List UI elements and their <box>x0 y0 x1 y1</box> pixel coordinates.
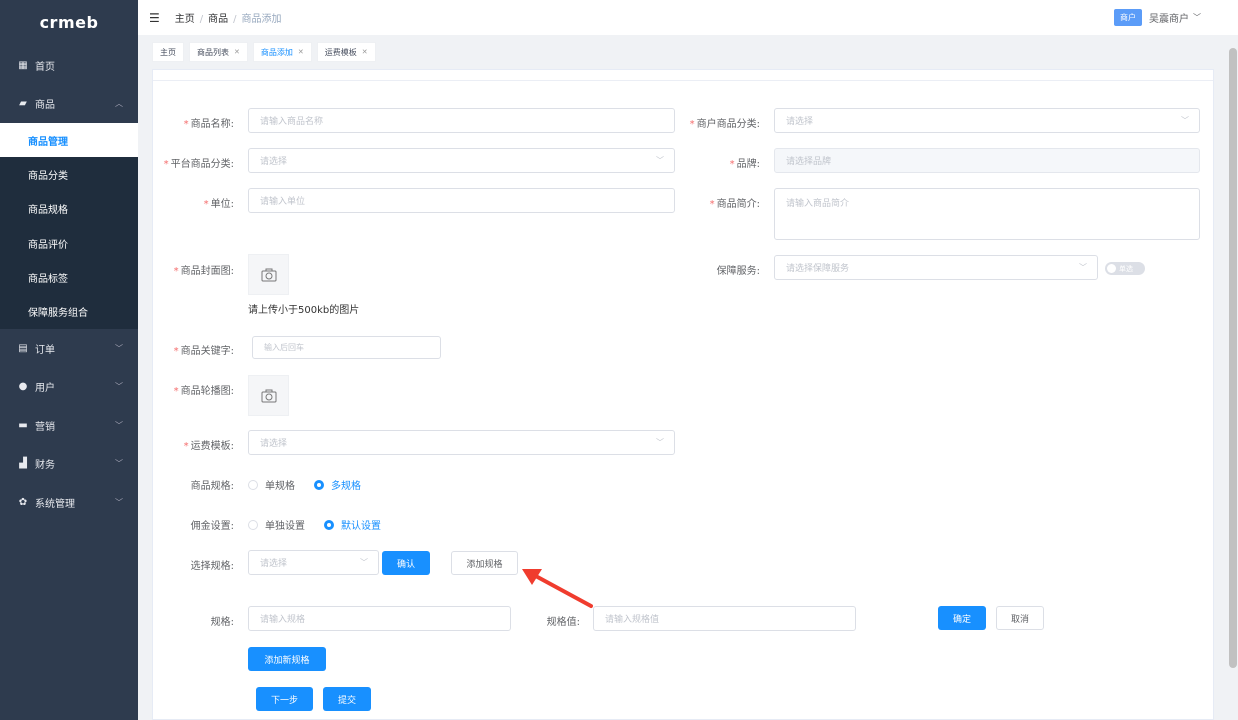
intro-textarea[interactable]: 请输入商品简介 <box>774 188 1200 240</box>
breadcrumb: 主页 / 商品 / 商品添加 <box>174 14 282 25</box>
close-icon[interactable]: ✕ <box>234 48 240 56</box>
sidebar-item-marketing[interactable]: ▬ 营销 ﹀ <box>0 406 138 445</box>
page-scrollbar[interactable] <box>1229 48 1237 668</box>
guarantee-single-toggle[interactable]: 单选 <box>1105 262 1145 275</box>
sidebar-item-system[interactable]: ✿ 系统管理 ﹀ <box>0 483 138 522</box>
merchant-category-select[interactable]: 请选择 ﹀ <box>774 108 1200 133</box>
label-merchant-category: * 商户商品分类: <box>689 119 760 130</box>
grid-icon: ▦ <box>18 59 28 71</box>
chevron-down-icon: ﹀ <box>115 420 123 430</box>
label-keywords: * 商品关键字: <box>173 346 234 357</box>
chevron-down-icon: ﹀ <box>115 382 123 392</box>
sidebar: crmeb ▦ 首页 ▰ 商品 ︿ 商品管理 商品分类 商品规格 商品评价 商品… <box>0 0 138 720</box>
bag-icon: ▰ <box>19 98 27 110</box>
label-spec-value: 规格值: <box>546 617 580 628</box>
camera-icon <box>261 268 276 281</box>
chevron-down-icon: ﹀ <box>115 343 123 353</box>
tab-goods-list[interactable]: 商品列表 ✕ <box>189 42 248 62</box>
chevron-down-icon: ﹀ <box>115 497 123 507</box>
chevron-up-icon: ︿ <box>115 99 123 109</box>
tab-shipping-template[interactable]: 运费模板 ✕ <box>316 42 376 62</box>
radio-custom-commission[interactable]: 单独设置 <box>248 517 305 532</box>
tab-home[interactable]: 主页 <box>152 42 184 62</box>
label-shipping: * 运费模板: <box>183 441 234 452</box>
label-unit: * 单位: <box>203 199 234 210</box>
label-carousel: * 商品轮播图: <box>173 386 234 397</box>
menu-toggle-icon[interactable]: ☰ <box>149 11 160 25</box>
close-icon[interactable]: ✕ <box>362 48 368 56</box>
camera-icon <box>261 389 276 402</box>
sidebar-item-order[interactable]: ▤ 订单 ﹀ <box>0 329 138 368</box>
chevron-down-icon: ﹀ <box>1181 116 1189 125</box>
chevron-down-icon: ﹀ <box>656 156 664 165</box>
spec-ok-button[interactable]: 确定 <box>938 606 986 630</box>
radio-multi-spec[interactable]: 多规格 <box>314 477 361 492</box>
sidebar-subitem-goods-tag[interactable]: 商品标签 <box>0 260 138 295</box>
sidebar-subitem-goods-review[interactable]: 商品评价 <box>0 225 138 261</box>
sidebar-subitem-goods-manage[interactable]: 商品管理 <box>0 123 138 158</box>
breadcrumb-goods[interactable]: 商品 <box>208 14 228 25</box>
keywords-input[interactable]: 输入后回车 <box>252 336 441 359</box>
next-step-button[interactable]: 下一步 <box>256 687 313 711</box>
sidebar-subitem-guarantee[interactable]: 保障服务组合 <box>0 294 138 329</box>
radio-default-commission[interactable]: 默认设置 <box>324 517 381 532</box>
radio-single-spec[interactable]: 单规格 <box>248 477 295 492</box>
cover-upload[interactable] <box>248 254 289 295</box>
label-guarantee: 保障服务: <box>716 266 760 277</box>
cover-hint: 请上传小于500kb的图片 <box>248 305 360 316</box>
label-goods-name: * 商品名称: <box>183 119 234 130</box>
annotation-arrow <box>522 569 593 608</box>
breadcrumb-home[interactable]: 主页 <box>175 14 195 25</box>
carousel-upload[interactable] <box>248 375 289 416</box>
clipboard-icon: ▤ <box>18 342 28 354</box>
chevron-down-icon: ﹀ <box>1079 263 1087 272</box>
spec-template-select[interactable]: 请选择 ﹀ <box>248 550 379 575</box>
label-spec: 规格: <box>210 617 234 628</box>
label-brand: * 品牌: <box>729 159 760 170</box>
label-platform-category: * 平台商品分类: <box>163 159 234 170</box>
shipping-template-select[interactable]: 请选择 ﹀ <box>248 430 675 455</box>
label-commission: 佣金设置: <box>190 521 234 532</box>
brand-select: 请选择品牌 <box>774 148 1200 173</box>
goods-name-input[interactable]: 请输入商品名称 <box>248 108 675 133</box>
chevron-down-icon: ﹀ <box>1193 13 1201 22</box>
user-icon: ● <box>18 381 28 393</box>
close-icon[interactable]: ✕ <box>298 48 304 56</box>
unit-input[interactable]: 请输入单位 <box>248 188 675 213</box>
chevron-down-icon: ﹀ <box>115 459 123 469</box>
sidebar-subitem-goods-category[interactable]: 商品分类 <box>0 157 138 192</box>
monitor-icon: ▬ <box>18 419 28 431</box>
merchant-name[interactable]: 吴震商户 <box>1149 10 1189 25</box>
chevron-down-icon: ﹀ <box>656 438 664 447</box>
label-intro: * 商品简介: <box>709 199 760 210</box>
spec-name-input[interactable]: 请输入规格 <box>248 606 511 631</box>
sidebar-subitem-goods-spec[interactable]: 商品规格 <box>0 191 138 226</box>
sidebar-item-finance[interactable]: ▟ 财务 ﹀ <box>0 444 138 483</box>
tags-view: 主页 商品列表 ✕ 商品添加 ✕ 运费模板 ✕ <box>138 35 1228 69</box>
logo[interactable]: crmeb <box>0 0 138 44</box>
tab-goods-add[interactable]: 商品添加 ✕ <box>252 42 312 62</box>
add-new-spec-button[interactable]: 添加新规格 <box>248 647 326 671</box>
merchant-badge: 商户 <box>1114 9 1142 26</box>
top-header: ☰ 主页 / 商品 / 商品添加 商户 吴震商户 ﹀ <box>138 0 1238 35</box>
sidebar-item-goods[interactable]: ▰ 商品 ︿ <box>0 85 138 124</box>
user-menu[interactable]: 商户 吴震商户 ﹀ <box>1114 9 1201 26</box>
spec-cancel-button[interactable]: 取消 <box>996 606 1044 630</box>
confirm-spec-button[interactable]: 确认 <box>382 551 430 575</box>
gear-icon: ✿ <box>18 496 28 508</box>
guarantee-select[interactable]: 请选择保障服务 ﹀ <box>774 255 1098 280</box>
label-cover: * 商品封面图: <box>173 266 234 277</box>
label-spec-type: 商品规格: <box>190 481 234 492</box>
breadcrumb-current: 商品添加 <box>241 14 282 25</box>
chevron-down-icon: ﹀ <box>360 558 368 567</box>
platform-category-select[interactable]: 请选择 ﹀ <box>248 148 675 173</box>
wallet-icon: ▟ <box>19 458 27 470</box>
sidebar-item-home[interactable]: ▦ 首页 <box>0 46 138 85</box>
sidebar-item-user[interactable]: ● 用户 ﹀ <box>0 367 138 406</box>
spec-value-input[interactable]: 请输入规格值 <box>593 606 856 631</box>
label-select-spec: 选择规格: <box>190 561 234 572</box>
submit-button[interactable]: 提交 <box>323 687 371 711</box>
add-spec-button[interactable]: 添加规格 <box>451 551 518 575</box>
